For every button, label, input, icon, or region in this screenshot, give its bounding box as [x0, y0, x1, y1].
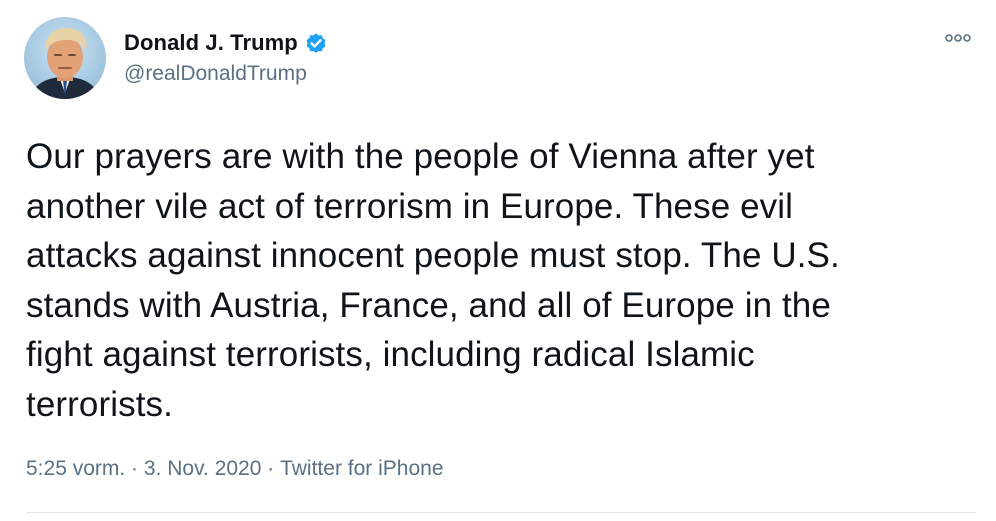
meta-separator: ·: [261, 457, 281, 480]
meta-separator: ·: [125, 457, 144, 480]
tweet-date[interactable]: 3. Nov. 2020: [144, 457, 262, 481]
avatar-image: [24, 17, 106, 99]
avatar[interactable]: [24, 17, 106, 99]
verified-badge-icon: [304, 31, 328, 55]
more-options-icon[interactable]: [942, 28, 974, 48]
tweet-text: Our prayers are with the people of Vienn…: [26, 137, 840, 424]
tweet-card: Donald J. Trump @realDonaldTrump Our pra…: [0, 0, 996, 521]
author-display-name[interactable]: Donald J. Trump: [124, 30, 298, 56]
author-name-row: Donald J. Trump: [124, 30, 328, 56]
author-handle[interactable]: @realDonaldTrump: [124, 62, 307, 86]
tweet-time[interactable]: 5:25 vorm.: [26, 457, 125, 481]
tweet-source[interactable]: Twitter for iPhone: [280, 457, 443, 481]
divider: [26, 512, 976, 513]
tweet-meta: 5:25 vorm. · 3. Nov. 2020 · Twitter for …: [26, 457, 444, 481]
